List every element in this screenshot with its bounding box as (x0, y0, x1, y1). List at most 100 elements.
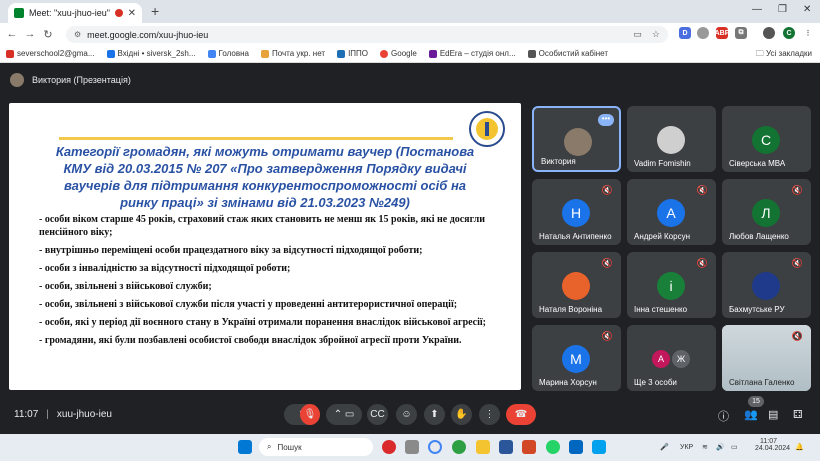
more-options-button[interactable]: ⋮ (479, 404, 500, 425)
chat-icon[interactable]: ▤ (768, 408, 778, 421)
battery-icon[interactable]: ▭ (731, 443, 738, 451)
captions-button[interactable]: CC (367, 404, 388, 425)
word-icon[interactable] (499, 440, 513, 454)
profile-avatar[interactable]: C (783, 27, 795, 39)
bookmark-item[interactable]: Особистий кабінет (527, 49, 608, 58)
restore-icon[interactable]: ❐ (778, 4, 787, 15)
cast-icon[interactable]: ▭ (633, 29, 642, 40)
reload-icon[interactable]: ↻ (39, 28, 57, 41)
volume-icon[interactable]: 🔊 (716, 443, 725, 451)
app-icon[interactable] (592, 440, 606, 454)
participant-tile[interactable]: А Ж Ще 3 особи (627, 325, 716, 391)
microphone-tray-icon[interactable]: 🎤 (660, 443, 669, 451)
raise-hand-button[interactable]: ✋ (451, 404, 472, 425)
bookmark-item[interactable]: severschool2@gma... (6, 49, 95, 58)
present-button[interactable]: ⬆ (424, 404, 445, 425)
whatsapp-icon[interactable] (546, 440, 560, 454)
meeting-details-icon[interactable]: ⓘ (718, 408, 729, 424)
profile-sync-icon[interactable] (763, 27, 775, 39)
bookmark-item[interactable]: Google (380, 49, 417, 58)
file-explorer-icon[interactable] (476, 440, 490, 454)
tray-clock[interactable]: 11:07 24.04.2024 (755, 438, 790, 452)
bookmark-item[interactable]: ІППО (337, 49, 368, 58)
address-bar[interactable]: ⚙ meet.google.com/xuu-jhuo-ieu ▭ ☆ (66, 26, 668, 43)
participant-tile[interactable]: А Андрей Корсун 🔇 (627, 179, 716, 245)
activities-icon[interactable]: ⚃ (793, 408, 803, 421)
camera-options-button[interactable]: ⌃ ▭ (326, 404, 362, 425)
meeting-code: xuu-jhuo-ieu (56, 409, 112, 420)
participant-tile[interactable]: С Сіверська МВА (722, 106, 811, 172)
participant-tile[interactable]: М Марина Хорсун 🔇 (532, 325, 621, 391)
ippo-icon (337, 49, 346, 58)
bookmark-star-icon[interactable]: ☆ (652, 29, 660, 40)
participant-tile[interactable]: Виктория ••• (532, 106, 621, 172)
participant-tile[interactable]: Світлана Галенко 🔇 (722, 325, 811, 391)
browser-tabstrip: Meet: "xuu-jhuo-ieu" ✕ + — ❐ ✕ (0, 0, 820, 23)
opera-icon[interactable] (382, 440, 396, 454)
windows-start-icon[interactable] (238, 440, 252, 454)
emoji-button[interactable]: ☺ (396, 404, 417, 425)
present-icon: ⬆ (430, 409, 439, 420)
participant-tile[interactable]: Л Любов Лащенко 🔇 (722, 179, 811, 245)
participant-tile[interactable]: Наталя Вороніна 🔇 (532, 252, 621, 318)
bookmark-item[interactable]: EdEra – студія онл... (428, 49, 516, 58)
browser-tab-meet[interactable]: Meet: "xuu-jhuo-ieu" ✕ (8, 3, 142, 23)
mic-off-icon: 🔇 (601, 331, 613, 341)
chrome-profile-icon[interactable] (452, 440, 466, 454)
close-window-icon[interactable]: ✕ (803, 4, 811, 15)
bookmark-item[interactable]: Вхідні • siversk_2sh... (106, 49, 196, 58)
participant-avatar (564, 128, 592, 156)
participants-count-badge: 15 (748, 396, 764, 407)
chrome-icon[interactable] (428, 440, 442, 454)
taskview-icon[interactable] (405, 440, 419, 454)
slide-list-item: - внутрішньо переміщені особи працездатн… (39, 245, 423, 256)
more-vert-icon: ⋮ (484, 409, 495, 420)
all-bookmarks[interactable]: 🗀 Усі закладки (756, 48, 812, 62)
presenter-avatar (10, 73, 24, 87)
wifi-icon[interactable]: ≋ (702, 443, 708, 451)
slide-list-item: - громадяни, які були позбавлені особист… (39, 335, 462, 346)
participant-avatar: М (562, 345, 590, 373)
tile-options-icon[interactable]: ••• (598, 114, 614, 126)
browser-menu-icon[interactable]: ⋮ (802, 27, 814, 39)
hand-icon: ✋ (455, 409, 468, 420)
leave-call-button[interactable]: ☎ (506, 404, 536, 425)
extension-icon-3[interactable]: ABP (715, 27, 729, 39)
powerpoint-icon[interactable] (522, 440, 536, 454)
people-icon[interactable]: 👥 (744, 408, 758, 421)
new-tab-button[interactable]: + (151, 3, 159, 19)
forward-icon[interactable]: → (21, 28, 39, 40)
store-icon[interactable] (569, 440, 583, 454)
extensions-puzzle-icon[interactable]: ⧉ (735, 27, 747, 39)
extension-icon-2[interactable] (697, 27, 709, 39)
participant-avatar: Л (752, 199, 780, 227)
emoji-icon: ☺ (401, 409, 412, 420)
participant-name: Марина Хорсун (539, 378, 597, 387)
notifications-icon[interactable]: 🔔 (795, 443, 804, 451)
mic-muted-button[interactable]: 🎙 (300, 404, 320, 425)
participant-avatar: АЖ (651, 345, 691, 373)
participant-tile[interactable]: Vadim Fomishin (627, 106, 716, 172)
close-tab-icon[interactable]: ✕ (128, 8, 136, 19)
participant-tile[interactable]: Н Наталья Антипенко 🔇 (532, 179, 621, 245)
participant-name: Наталя Вороніна (539, 305, 603, 314)
participant-avatar (657, 126, 685, 154)
participant-name: Виктория (541, 157, 576, 166)
bookmark-item[interactable]: Почта укр. нет (260, 49, 325, 58)
edera-icon (428, 49, 437, 58)
participant-avatar (752, 272, 780, 300)
participant-initial: А (652, 350, 670, 368)
participant-name: Vadim Fomishin (634, 159, 691, 168)
participant-tile[interactable]: Бахмутське РУ 🔇 (722, 252, 811, 318)
back-icon[interactable]: ← (3, 28, 21, 40)
input-language[interactable]: УКР (680, 444, 693, 451)
participant-initial: Ж (672, 350, 690, 368)
extension-icon-1[interactable]: D (679, 27, 691, 39)
participant-tile[interactable]: і Інна стешенко 🔇 (627, 252, 716, 318)
taskbar-search[interactable]: ⌕ Пошук (259, 438, 373, 456)
minimize-icon[interactable]: — (752, 4, 762, 15)
hangup-icon: ☎ (514, 409, 528, 420)
bookmark-item[interactable]: Головна (207, 49, 249, 58)
site-info-icon[interactable]: ⚙ (74, 30, 81, 39)
home-icon (207, 49, 216, 58)
